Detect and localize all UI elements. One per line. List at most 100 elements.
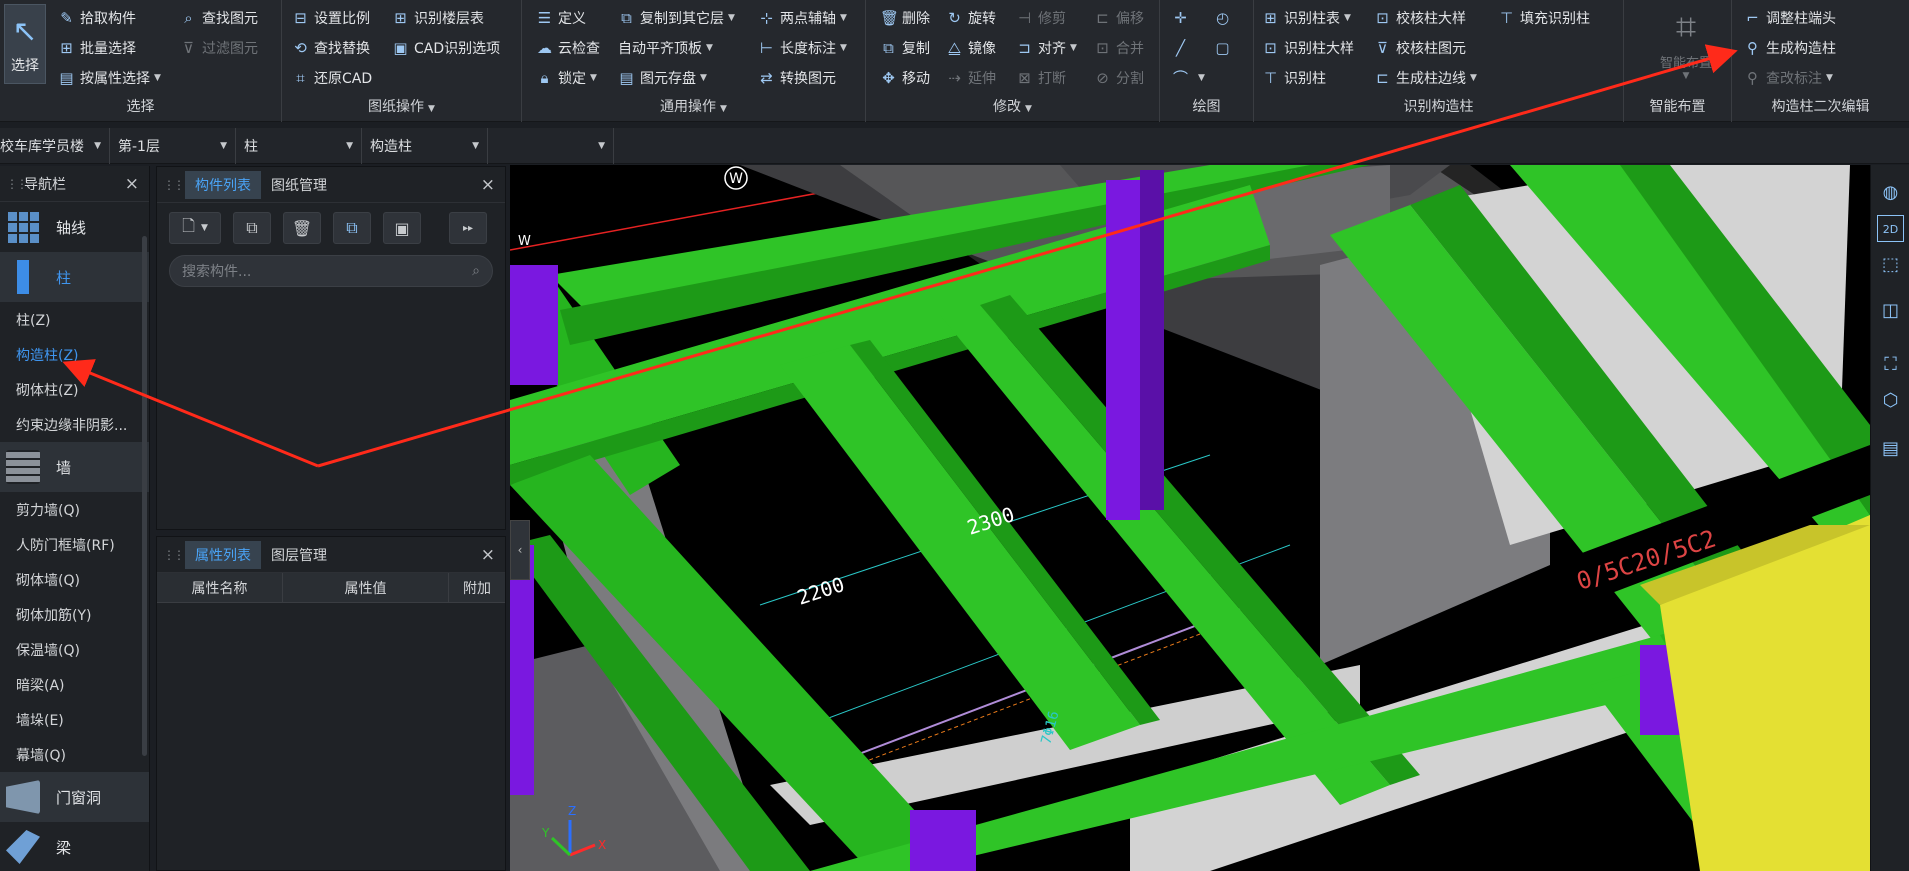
recognize-floor-table-button[interactable]: ⊞ 识别楼层表 (392, 6, 484, 30)
length-dim-button[interactable]: ⊢ 长度标注 ▼ (758, 36, 847, 60)
delete-button[interactable]: 🗑︎ 删除 (880, 6, 930, 30)
line-tool[interactable]: ╱ (1172, 36, 1194, 60)
nav-item-constraint-edge[interactable]: 约束边缘非阴影... (0, 407, 149, 442)
tab-component-list[interactable]: 构件列表 (185, 170, 261, 199)
close-icon[interactable]: × (125, 174, 139, 194)
batch-select-button[interactable]: ⊞ 批量选择 (58, 36, 136, 60)
tab-drawing-management[interactable]: 图纸管理 (261, 171, 337, 199)
mirror-button[interactable]: ⧋ 镜像 (946, 36, 996, 60)
view-cube-icon[interactable]: ◫ (1877, 297, 1904, 324)
lock-button[interactable]: 🔒︎ 锁定 ▼ (536, 66, 597, 90)
copy-button[interactable]: ⧉ 复制 (880, 36, 930, 60)
fill-recognize-column-button[interactable]: ⊤ 填充识别柱 (1498, 6, 1590, 30)
cloud-check-button[interactable]: ☁ 云检查 (536, 36, 600, 60)
find-replace-button[interactable]: ⟲ 查找替换 (292, 36, 370, 60)
trim-button[interactable]: ⊣ 修剪 (1016, 6, 1066, 30)
layer-copy-button[interactable]: ⧉ (333, 212, 371, 244)
set-scale-button[interactable]: ⊟ 设置比例 (292, 6, 370, 30)
select-by-attribute-button[interactable]: ▤ 按属性选择 ▼ (58, 66, 161, 90)
recognize-column-detail-button[interactable]: ⊡ 识别柱大样 (1262, 36, 1354, 60)
nav-category-door-window[interactable]: 门窗洞 (0, 772, 149, 822)
nav-item-shear-wall[interactable]: 剪力墙(Q) (0, 492, 149, 527)
nav-item-masonry-rebar[interactable]: 砌体加筋(Y) (0, 597, 149, 632)
filter-element-button[interactable]: ⊽ 过滤图元 (180, 36, 258, 60)
arc-tool[interactable]: ⌒ ▼ (1172, 66, 1205, 90)
collapse-panel-button[interactable]: ‹ (510, 520, 530, 580)
align-button[interactable]: ⊐ 对齐 ▼ (1016, 36, 1077, 60)
grip-icon[interactable]: ⋮⋮ (163, 178, 185, 192)
grip-icon[interactable]: ⋮⋮ (163, 548, 185, 562)
nav-category-wall[interactable]: 墙 (0, 442, 149, 492)
orbit-icon[interactable]: ◍ (1877, 179, 1904, 206)
floor-select[interactable]: 第-1层 ▼ (110, 128, 236, 164)
move-button[interactable]: ✥ 移动 (880, 66, 930, 90)
rotate-button[interactable]: ↻ 旋转 (946, 6, 996, 30)
extend-button[interactable]: ⇢ 延伸 (946, 66, 996, 90)
cad-options-button[interactable]: ▣ CAD识别选项 (392, 36, 500, 60)
nav-item-construction-column[interactable]: 构造柱(Z) (0, 337, 149, 372)
tab-layer-management[interactable]: 图层管理 (261, 541, 337, 569)
new-component-button[interactable]: 🗋︎ ▼ (169, 212, 221, 244)
adjust-column-end-button[interactable]: ⌐ 调整柱端头 (1744, 6, 1836, 30)
group-label-general[interactable]: 通用操作 ▼ (522, 96, 865, 116)
nav-category-axis[interactable]: 轴线 (0, 202, 149, 252)
gen-column-edge-button[interactable]: ⊏ 生成柱边线 ▼ (1374, 66, 1477, 90)
dynamic-observe-icon[interactable]: ⬡ (1877, 387, 1904, 414)
more-button[interactable]: ▸▸ (449, 212, 487, 244)
define-button[interactable]: ☰ 定义 (536, 6, 586, 30)
extra-select[interactable]: ▼ (488, 128, 614, 164)
copy-to-floor-button[interactable]: ⧉ 复制到其它层 ▼ (618, 6, 735, 30)
nav-category-beam[interactable]: 梁 (0, 822, 149, 871)
nav-item-civil-defense-wall[interactable]: 人防门框墙(RF) (0, 527, 149, 562)
recognize-column-table-button[interactable]: ⊞ 识别柱表 ▼ (1262, 6, 1351, 30)
tab-property-list[interactable]: 属性列表 (185, 540, 261, 569)
find-element-button[interactable]: ⌕ 查找图元 (180, 6, 258, 30)
merge-button[interactable]: ⊡ 合并 (1094, 36, 1144, 60)
category-select[interactable]: 柱 ▼ (236, 128, 362, 164)
nav-item-wall-pier[interactable]: 墙垛(E) (0, 702, 149, 737)
check-column-element-button[interactable]: ⊽ 校核柱图元 (1374, 36, 1466, 60)
nav-item-insulation-wall[interactable]: 保温墙(Q) (0, 632, 149, 667)
close-icon[interactable]: × (481, 545, 495, 565)
nav-item-curtain-wall[interactable]: 幕墙(Q) (0, 737, 149, 772)
recognize-column-button[interactable]: ⊤ 识别柱 (1262, 66, 1326, 90)
split-button[interactable]: ⊘ 分割 (1094, 66, 1144, 90)
break-button[interactable]: ⊠ 打断 (1016, 66, 1066, 90)
point-tool[interactable]: ✛ (1172, 6, 1194, 30)
copy-component-button[interactable]: ⧉ (233, 212, 271, 244)
project-select[interactable]: 校车库学员楼 ▼ (0, 128, 110, 164)
group-label-modify[interactable]: 修改 ▼ (866, 96, 1159, 116)
fullscreen-icon[interactable]: ⛶ (1877, 351, 1904, 378)
nav-item-column[interactable]: 柱(Z) (0, 302, 149, 337)
grip-icon[interactable]: ⋮⋮ (6, 177, 28, 191)
circle-tool[interactable]: ◴ (1214, 6, 1236, 30)
group-label-drawing[interactable]: 图纸操作 ▼ (282, 96, 521, 116)
3d-cube-icon[interactable]: ⬚ (1877, 251, 1904, 278)
2d-view-icon[interactable]: 2D (1877, 215, 1904, 242)
nav-item-masonry-wall[interactable]: 砌体墙(Q) (0, 562, 149, 597)
component-select[interactable]: 构造柱 ▼ (362, 128, 488, 164)
close-icon[interactable]: × (481, 175, 495, 195)
nav-scrollbar[interactable] (142, 236, 147, 756)
rect-tool[interactable]: ▢ (1214, 36, 1236, 60)
store-element-button[interactable]: ▤ 图元存盘 ▼ (618, 66, 707, 90)
save-component-button[interactable]: ▣ (383, 212, 421, 244)
auto-align-button[interactable]: 自动平齐顶板 ▼ (618, 36, 713, 60)
gen-construction-column-button[interactable]: ⚲ 生成构造柱 (1744, 36, 1836, 60)
smart-layout-button[interactable]: ⌗ 智能布置 ▼ (1646, 6, 1726, 86)
property-view-icon[interactable]: ▤ (1877, 435, 1904, 462)
offset-button[interactable]: ⊏ 偏移 (1094, 6, 1144, 30)
search-input[interactable]: 搜索构件... ⌕ (169, 255, 493, 287)
nav-category-column[interactable]: 柱 (0, 252, 149, 302)
two-point-axis-button[interactable]: ⊹ 两点辅轴 ▼ (758, 6, 847, 30)
delete-component-button[interactable]: 🗑︎ (283, 212, 321, 244)
check-column-detail-button[interactable]: ⊡ 校核柱大样 (1374, 6, 1466, 30)
check-annotation-button[interactable]: ⚲ 查改标注 ▼ (1744, 66, 1833, 90)
restore-cad-button[interactable]: ⌗ 还原CAD (292, 66, 372, 90)
3d-viewport[interactable]: W W 2200 2300 7Φ16 0/5C20/5C2 Z X Y (510, 165, 1870, 871)
pick-component-button[interactable]: ✎ 拾取构件 (58, 6, 136, 30)
select-button[interactable]: ↖ 选择 (4, 4, 46, 84)
convert-element-button[interactable]: ⇄ 转换图元 (758, 66, 836, 90)
nav-item-masonry-column[interactable]: 砌体柱(Z) (0, 372, 149, 407)
nav-item-hidden-beam[interactable]: 暗梁(A) (0, 667, 149, 702)
